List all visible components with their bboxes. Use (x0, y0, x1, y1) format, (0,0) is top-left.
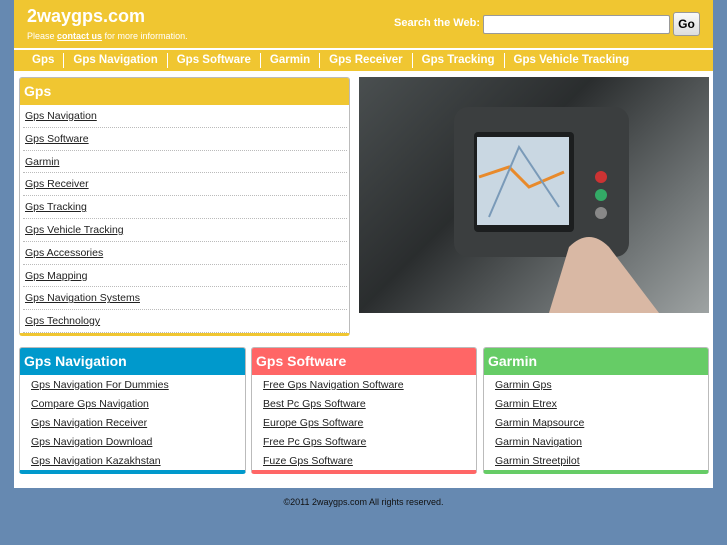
box-link[interactable]: Gps Navigation Kazakhstan (20, 452, 245, 470)
nav-item[interactable]: Gps Software (166, 53, 260, 68)
gps-link[interactable]: Gps Mapping (23, 265, 347, 288)
nav-item[interactable]: Gps Receiver (319, 53, 412, 68)
box-link[interactable]: Gps Navigation For Dummies (20, 376, 245, 395)
box-title: Gps Navigation (20, 348, 245, 375)
contact-link[interactable]: contact us (57, 31, 102, 41)
gps-link[interactable]: Gps Navigation Systems (23, 287, 347, 311)
nav-item[interactable]: Gps (23, 53, 63, 68)
nav-item[interactable]: Gps Tracking (411, 53, 504, 68)
gps-link[interactable]: Gps Navigation (23, 105, 347, 128)
box-title: Gps (20, 78, 349, 105)
go-button[interactable]: Go (673, 12, 700, 36)
box-title: Gps Software (252, 348, 476, 375)
footer-copyright: ©2011 2waygps.com All rights reserved. (283, 497, 444, 507)
box-link[interactable]: Best Pc Gps Software (252, 395, 476, 414)
gps-link[interactable]: Gps Technology (23, 310, 347, 333)
tagline-pre: Please (27, 31, 58, 41)
car-dashboard-gps-image (454, 107, 659, 313)
box-link[interactable]: Garmin Streetpilot (484, 452, 708, 470)
page-container: 2waygps.com Please contact us for more i… (14, 0, 713, 488)
box-title: Garmin (484, 348, 708, 375)
box-link[interactable]: Europe Gps Software (252, 414, 476, 433)
box-link[interactable]: Free Pc Gps Software (252, 433, 476, 452)
gps-link[interactable]: Garmin (23, 151, 347, 174)
gps-link[interactable]: Gps Tracking (23, 196, 347, 219)
tagline: Please contact us for more information. (27, 31, 188, 41)
gps-device-photo (359, 77, 709, 313)
garmin-box: Garmin Garmin Gps Garmin Etrex Garmin Ma… (483, 347, 709, 474)
box-link[interactable]: Gps Navigation Download (20, 433, 245, 452)
nav-item[interactable]: Gps Navigation (63, 53, 166, 68)
box-link[interactable]: Fuze Gps Software (252, 452, 476, 470)
box-link[interactable]: Garmin Mapsource (484, 414, 708, 433)
header: 2waygps.com Please contact us for more i… (14, 0, 713, 48)
gps-link[interactable]: Gps Accessories (23, 242, 347, 265)
search-input[interactable] (483, 15, 670, 34)
gps-link[interactable]: Gps Vehicle Tracking (23, 219, 347, 242)
box-link[interactable]: Gps Navigation Receiver (20, 414, 245, 433)
nav-bar: Gps Gps Navigation Gps Software Garmin G… (14, 50, 713, 71)
gps-software-box: Gps Software Free Gps Navigation Softwar… (251, 347, 477, 474)
box-link[interactable]: Compare Gps Navigation (20, 395, 245, 414)
box-link[interactable]: Garmin Gps (484, 376, 708, 395)
gps-navigation-box: Gps Navigation Gps Navigation For Dummie… (19, 347, 246, 474)
gps-box: Gps Gps Navigation Gps Software Garmin G… (19, 77, 350, 336)
gps-link[interactable]: Gps Software (23, 128, 347, 151)
gps-link[interactable]: Gps Receiver (23, 173, 347, 197)
box-link[interactable]: Garmin Etrex (484, 395, 708, 414)
nav-item[interactable]: Garmin (259, 53, 319, 68)
tagline-post: for more information. (102, 31, 188, 41)
site-logo[interactable]: 2waygps.com (27, 6, 145, 27)
search-label: Search the Web: (394, 17, 480, 29)
box-link[interactable]: Free Gps Navigation Software (252, 376, 476, 395)
box-link[interactable]: Garmin Navigation (484, 433, 708, 452)
nav-item[interactable]: Gps Vehicle Tracking (503, 53, 639, 68)
